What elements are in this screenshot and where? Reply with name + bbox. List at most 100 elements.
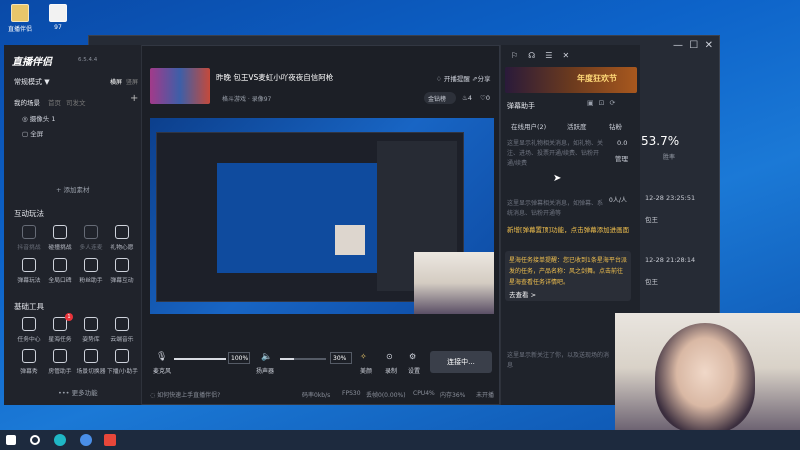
- record-time-1: 12-28 23:25:51: [645, 194, 696, 202]
- start-live-reminder[interactable]: ♢ 开播提醒: [436, 73, 470, 83]
- desktop-icon-live[interactable]: 直播伴侣: [2, 4, 38, 33]
- settings-label: 设置: [408, 368, 421, 375]
- live-companion-taskbar-icon[interactable]: [104, 434, 116, 446]
- tool-task-center[interactable]: 任务中心: [14, 317, 44, 343]
- tool-danmu-interact[interactable]: 弹幕互动: [107, 258, 137, 284]
- record-name-1: 包王: [645, 216, 658, 224]
- danmu-icon: [22, 349, 36, 363]
- person-face: [655, 323, 755, 433]
- camera-icon: ◎: [22, 115, 30, 123]
- danmu-panel-title: 弹幕助手: [507, 102, 535, 110]
- tab-activity[interactable]: 活跃度: [567, 121, 587, 131]
- interactive-title: 互动玩法: [14, 209, 44, 218]
- source-camera[interactable]: ◎ 摄像头 1: [22, 113, 55, 123]
- tool-multi-mic[interactable]: 多人连麦: [76, 225, 106, 251]
- offline-icon: [115, 349, 129, 363]
- pose-icon: [84, 317, 98, 331]
- mic-label: 麦克风: [153, 368, 172, 375]
- tool-gift-wish[interactable]: 礼物心愿: [107, 225, 137, 251]
- browser-icon[interactable]: [80, 434, 92, 446]
- mic-volume-value[interactable]: 100%: [228, 352, 250, 364]
- feature-notice[interactable]: 新增[弹幕置顶]功能，点击弹幕添加进画面: [507, 225, 631, 236]
- tool-pk[interactable]: 碰撞挑战: [45, 225, 75, 251]
- camera-preview: [414, 252, 494, 314]
- mic-volume-slider[interactable]: [174, 358, 226, 360]
- dropped-frames: 丢帧0(0.00%): [366, 392, 406, 399]
- portrait-toggle[interactable]: 竖屏: [126, 77, 138, 86]
- windows-start-icon[interactable]: [6, 435, 16, 445]
- dots-icon: •••: [58, 389, 72, 397]
- tool-danmu-play[interactable]: 弹幕玩法: [14, 258, 44, 284]
- promo-banner[interactable]: 年度狂欢节: [505, 67, 637, 93]
- app-version: 6.5.4.4: [78, 57, 98, 63]
- tool-room-admin[interactable]: 房管助手: [45, 349, 75, 375]
- manage-button[interactable]: 管理: [615, 153, 628, 163]
- mode-select[interactable]: 常规模式 ▼: [14, 77, 50, 87]
- landscape-toggle[interactable]: 横屏: [110, 77, 122, 86]
- add-scene-icon[interactable]: +: [130, 93, 138, 104]
- tab-other[interactable]: 司发文: [66, 97, 86, 107]
- speaker-volume-value[interactable]: 30%: [330, 352, 352, 364]
- tools-title: 基础工具: [14, 302, 44, 311]
- stream-cover[interactable]: [150, 68, 210, 104]
- follow-message-placeholder: 这里显示新关注了你，以及送现场的消息: [507, 352, 610, 369]
- speaker-icon[interactable]: 🔈: [261, 352, 272, 362]
- stream-title[interactable]: 昨晚 包王VS麦虹小吖夜夜自信阿枪: [216, 72, 333, 83]
- bitrate: 码率0kb/s: [302, 392, 331, 399]
- stream-category: 格斗游戏 · 录像97: [222, 96, 272, 103]
- view-task-link[interactable]: 去查看 >: [509, 289, 536, 299]
- record-time-2: 12-28 21:28:14: [645, 256, 696, 264]
- cursor-icon: ➤: [553, 173, 562, 184]
- people-count: 0人/人: [609, 197, 627, 204]
- tool-douyin-challenge[interactable]: 抖音挑战: [14, 225, 44, 251]
- mic-icon[interactable]: 🎙: [156, 352, 167, 362]
- tab-home[interactable]: 首页: [48, 97, 61, 107]
- add-material-button[interactable]: + 添加素材: [56, 184, 90, 194]
- record-name-2: 包王: [645, 278, 658, 286]
- taskbar: [0, 430, 800, 450]
- speaker-label: 扬声器: [256, 368, 275, 375]
- count-value: 0.0: [617, 139, 628, 147]
- win-rate-label: 胜率: [663, 154, 676, 161]
- panel-toolbar-icons[interactable]: ⚐☊☰✕: [511, 51, 579, 60]
- beauty-label: 美颜: [360, 368, 373, 375]
- window-controls[interactable]: — ☐ ✕: [673, 40, 713, 51]
- connect-button[interactable]: 连接中...: [430, 351, 492, 373]
- tool-pose[interactable]: 姿势库: [76, 317, 106, 343]
- edge-icon[interactable]: [54, 434, 66, 446]
- beauty-icon[interactable]: ✧: [360, 352, 367, 361]
- desktop-icon-97[interactable]: 97: [40, 4, 76, 31]
- help-tip[interactable]: ◌ 如何快速上手直播伴侣?: [150, 390, 220, 399]
- tab-my-scene[interactable]: 我的场景: [14, 97, 40, 107]
- tool-reputation[interactable]: 全局口碑: [45, 258, 75, 284]
- mic-icon: [84, 225, 98, 239]
- record-label: 录制: [385, 368, 398, 375]
- tab-diamond-fans[interactable]: 钻粉: [609, 121, 622, 131]
- tool-scene-switch[interactable]: 场景切换器: [76, 349, 106, 375]
- tool-music[interactable]: 云端音乐: [107, 317, 137, 343]
- speaker-volume-slider[interactable]: [280, 358, 326, 360]
- gold-rank-button[interactable]: 金钻榜: [424, 92, 456, 104]
- settings-icon[interactable]: ⚙: [409, 352, 416, 361]
- record-icon[interactable]: ⊙: [386, 352, 393, 361]
- tool-fans[interactable]: 粉丝助手: [76, 258, 106, 284]
- fps: FPS30: [342, 390, 361, 397]
- search-icon[interactable]: [30, 435, 40, 445]
- app-file-icon: [11, 4, 29, 22]
- source-screen[interactable]: ▢ 全屏: [22, 128, 43, 138]
- more-features[interactable]: ••• 更多功能: [58, 387, 98, 397]
- tool-star-task[interactable]: 星海任务 1: [45, 313, 75, 343]
- notification-badge: 1: [65, 313, 73, 321]
- tool-offline[interactable]: 下播/小助手: [107, 349, 138, 375]
- share-button[interactable]: ⇗分享: [472, 73, 490, 83]
- game-icon: [115, 258, 129, 272]
- tool-danmu-show[interactable]: 弹幕秀: [14, 349, 44, 375]
- hearts-count: ♡0: [480, 94, 490, 102]
- diamond-icon: [84, 258, 98, 272]
- panel-option-icons[interactable]: ▣⊡⟳: [587, 99, 620, 107]
- screen-icon: ▢: [22, 130, 31, 138]
- likes-count: ♨4: [462, 94, 472, 102]
- memory-usage: 内存36%: [440, 392, 466, 399]
- tab-online-users[interactable]: 在线用户(2): [511, 121, 546, 131]
- gift-message-placeholder: 这里显示礼物相关消息，如礼物、关注、进场、投票开通/续费、钻粉开通/续费: [507, 140, 604, 167]
